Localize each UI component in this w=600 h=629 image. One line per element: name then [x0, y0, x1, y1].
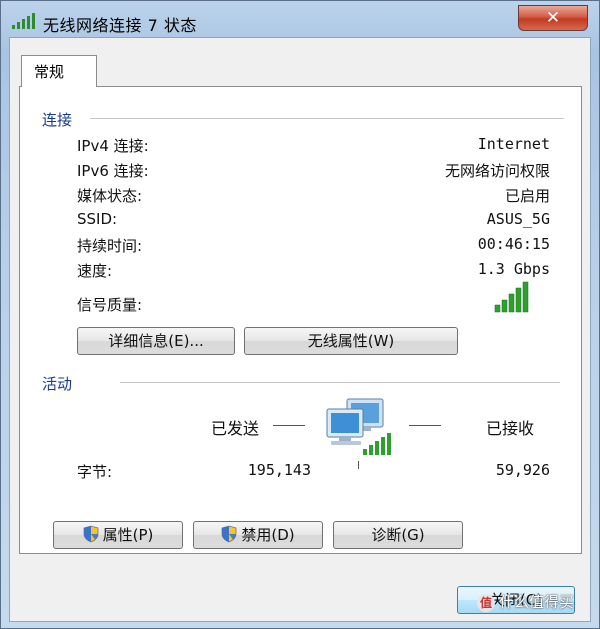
wireless-signal-icon	[12, 13, 35, 29]
window-title: 无线网络连接 7 状态	[43, 16, 197, 35]
activity-section-label: 活动	[42, 375, 73, 393]
connection-section-label: 连接	[42, 111, 73, 129]
ipv6-value: 无网络访问权限	[444, 162, 550, 180]
bytes-received-value: 59,926	[495, 461, 550, 479]
media-state-label: 媒体状态:	[77, 187, 143, 205]
disable-button[interactable]: 禁用(D)	[193, 521, 323, 549]
bytes-sent-value: 195,143	[247, 461, 311, 479]
sent-line	[273, 425, 305, 426]
ipv4-value: Internet	[477, 135, 550, 153]
duration-label: 持续时间:	[77, 237, 143, 255]
ipv4-label: IPv4 连接:	[77, 137, 149, 155]
duration-value: 00:46:15	[477, 235, 550, 253]
connection-section-divider	[90, 118, 564, 119]
uac-shield-icon	[83, 525, 98, 542]
window-close-button[interactable]: ✕	[518, 5, 588, 31]
signal-quality-label: 信号质量:	[77, 296, 143, 314]
sent-label: 已发送	[211, 419, 260, 438]
dialog-client-area: 常规 连接 IPv4 连接: Internet IPv6 连接: 无网络访问权限…	[9, 37, 591, 622]
ssid-label: SSID:	[77, 210, 118, 228]
watermark: 值什么值得买	[477, 591, 574, 612]
ssid-value: ASUS_5G	[486, 210, 550, 228]
wireless-properties-button[interactable]: 无线属性(W)	[244, 327, 458, 355]
disable-button-label: 禁用(D)	[241, 526, 295, 544]
watermark-text: 什么值得买	[499, 593, 575, 611]
received-line	[409, 425, 441, 426]
diagnose-button[interactable]: 诊断(G)	[333, 521, 463, 549]
watermark-logo: 值	[477, 594, 495, 612]
tab-panel-general: 连接 IPv4 连接: Internet IPv6 连接: 无网络访问权限 媒体…	[19, 86, 582, 554]
activity-section-divider	[120, 382, 560, 383]
speed-value: 1.3 Gbps	[477, 260, 550, 278]
uac-shield-icon	[222, 525, 237, 542]
properties-button[interactable]: 属性(P)	[53, 521, 183, 549]
media-state-value: 已启用	[504, 187, 550, 205]
bytes-label: 字节:	[77, 463, 113, 481]
signal-quality-icon	[494, 281, 529, 313]
received-label: 已接收	[486, 419, 535, 438]
title-bar[interactable]: 无线网络连接 7 状态 ✕	[1, 1, 599, 41]
ipv6-label: IPv6 连接:	[77, 162, 149, 180]
speed-label: 速度:	[77, 262, 113, 280]
details-button[interactable]: 详细信息(E)...	[77, 327, 235, 355]
properties-button-label: 属性(P)	[102, 526, 154, 544]
network-computers-icon	[326, 398, 391, 469]
status-dialog-window: 无线网络连接 7 状态 ✕ 常规 连接 IPv4 连接: Internet IP…	[0, 0, 600, 629]
tab-general[interactable]: 常规	[21, 55, 97, 87]
